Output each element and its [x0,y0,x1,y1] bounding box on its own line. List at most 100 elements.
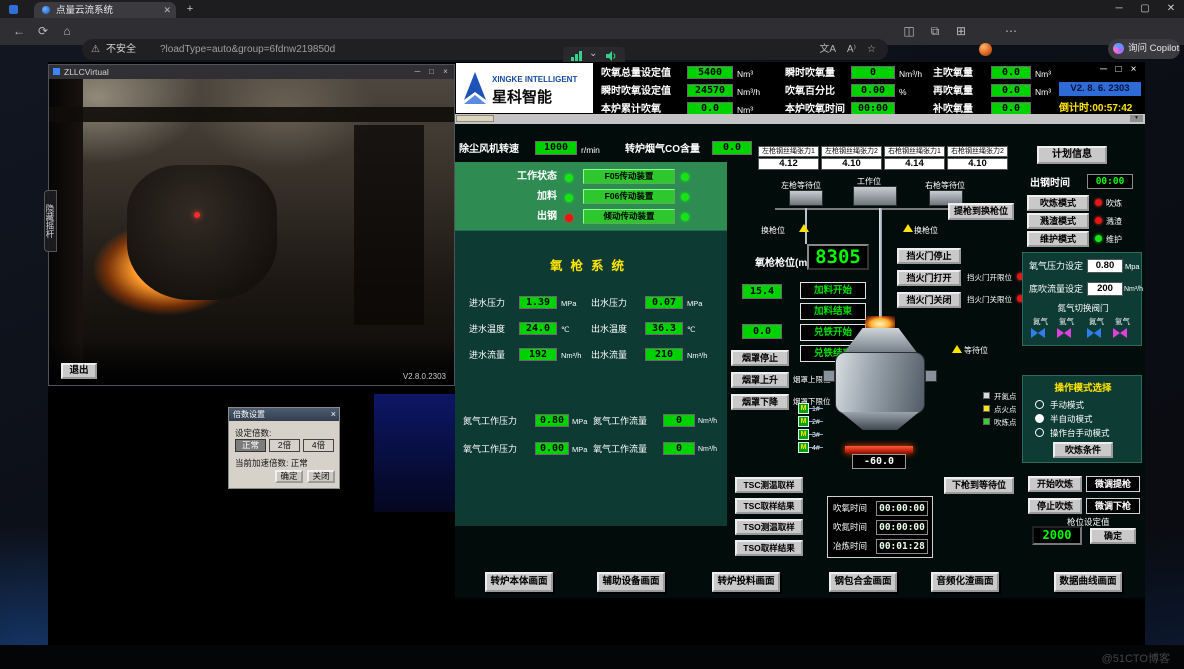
dialog-titlebar[interactable]: 倍数设置× [229,408,339,421]
firedoor-stop-button[interactable]: 挡火门停止 [897,248,961,264]
firedoor-open-button[interactable]: 挡火门打开 [897,270,961,286]
viewer-maximize-icon[interactable]: □ [425,65,438,79]
radio-label[interactable]: 操作台手动模式 [1050,428,1110,439]
blow-condition-button[interactable]: 吹炼条件 [1053,442,1113,458]
lance-label: 出水温度 [591,323,627,336]
drive-f05-button[interactable]: F05传动装置 [583,169,675,184]
lance-setpoint-input[interactable]: 2000 [1032,526,1082,545]
hood-down-button[interactable]: 烟罩下降 [731,394,789,410]
window-maximize-button[interactable]: ▢ [1132,0,1158,18]
nav-charging[interactable]: 转炉投料画面 [712,572,780,592]
speed-option-normal[interactable]: 正常 [235,439,266,452]
bottom-blow-settings-panel: 氧气压力设定 0.80 Mpa 底吹流量设定 200 Nm³/h 氮气切换阀门 … [1022,252,1142,346]
radio-console-manual-mode[interactable] [1035,428,1044,437]
more-menu-icon[interactable]: ⋯ [1000,18,1022,45]
tso-result-button[interactable]: TSO取样结果 [735,540,803,556]
lance-label: 出水流量 [591,349,627,362]
hmi-minimize-icon[interactable]: ─ [1097,64,1110,76]
maintain-mode-button[interactable]: 维护模式 [1027,231,1089,247]
hmi-close-icon[interactable]: × [1127,64,1140,76]
tap-time-label: 出钢时间 [1030,178,1070,190]
metric-value: 0.0 [991,66,1031,79]
dialog-close-icon[interactable]: × [331,408,336,421]
workspace-icon[interactable] [9,5,18,14]
n2-label: 氮气 [1089,316,1104,327]
tab-close-icon[interactable]: ✕ [163,4,171,17]
new-tab-button[interactable]: + [182,1,198,17]
copilot-button[interactable]: 询问 Copilot [1108,39,1180,59]
legend-label: 点火点 [994,404,1017,415]
nav-data-curves[interactable]: 数据曲线画面 [1054,572,1122,592]
trim-up-button[interactable]: 微调提枪 [1086,476,1140,492]
address-bar[interactable]: ⚠ 不安全 ?loadType=auto&group=6fdnw219850d … [82,39,888,60]
translate-icon[interactable]: 文A [819,39,836,60]
viewer-minimize-icon[interactable]: ─ [411,65,424,79]
legend-label: 开氮点 [994,391,1017,402]
hmi-scrollbar[interactable]: ▼ [455,114,1145,124]
slag-mode-button[interactable]: 溅渣模式 [1027,213,1089,229]
window-close-button[interactable]: ✕ [1158,0,1184,18]
hood-up-button[interactable]: 烟罩上升 [731,372,789,388]
radio-manual-mode[interactable] [1035,400,1044,409]
lower-to-wait-button[interactable]: 下枪到等待位 [944,477,1014,494]
hmi-maximize-icon[interactable]: □ [1112,64,1125,76]
plan-info-button[interactable]: 计划信息 [1037,146,1107,164]
window-minimize-button[interactable]: ─ [1106,0,1132,18]
dialog-ok-button[interactable]: 确定 [275,470,303,483]
read-aloud-icon[interactable]: A⁾ [847,39,856,60]
flow-setpoint-value[interactable]: 200 [1087,282,1123,296]
n2-valve-icon[interactable] [1087,328,1101,338]
start-blow-button[interactable]: 开始吹炼 [1028,476,1082,492]
hood-stop-button[interactable]: 烟罩停止 [731,350,789,366]
nav-auxiliary[interactable]: 辅助设备画面 [597,572,665,592]
feed-start-button[interactable]: 加料开始 [800,282,866,299]
speaker-icon[interactable] [605,50,617,62]
radio-label[interactable]: 半自动模式 [1050,414,1093,425]
firedoor-close-button[interactable]: 挡火门关闭 [897,292,961,308]
lift-to-swap-button[interactable]: 提枪到换枪位 [948,203,1014,220]
nav-audio-slag[interactable]: 音频化渣画面 [931,572,999,592]
radio-label[interactable]: 手动模式 [1050,400,1084,411]
collections-icon[interactable]: ⧉ [924,18,946,45]
n2-valve-icon[interactable] [1031,328,1045,338]
profile-avatar[interactable] [979,43,992,56]
scrollbar-thumb[interactable] [456,115,494,122]
lance-unit: ℃ [687,324,695,335]
trim-down-button[interactable]: 微调下枪 [1086,498,1140,514]
tso-measure-button[interactable]: TSO测温取样 [735,519,803,535]
security-label[interactable]: 不安全 [106,39,136,60]
o2-pressure-value[interactable]: 0.80 [1087,259,1123,273]
reload-icon[interactable]: ⟳ [32,18,54,45]
back-icon[interactable]: ← [8,18,30,45]
nav-ladle-alloy[interactable]: 钢包合金画面 [829,572,897,592]
url-text[interactable]: ?loadType=auto&group=6fdnw219850d [160,39,335,60]
tsc-measure-button[interactable]: TSC测温取样 [735,477,803,493]
speed-option-4x[interactable]: 4倍 [303,439,334,452]
joystick-toggle-tab[interactable]: 隐藏摇杆 [44,190,57,252]
exit-button[interactable]: 退出 [61,363,97,379]
setpoint-confirm-button[interactable]: 确定 [1090,528,1136,544]
swap-marker-icon [903,224,913,232]
nav-converter-body[interactable]: 转炉本体画面 [485,572,553,592]
blow-mode-button[interactable]: 吹炼模式 [1027,195,1089,211]
ar-valve-icon[interactable] [1057,328,1071,338]
chevron-down-icon[interactable]: ⌄ [589,48,597,59]
viewer-close-icon[interactable]: × [439,65,452,79]
drive-f06-button[interactable]: F06传动装置 [583,189,675,204]
browser-tab[interactable]: 点量云流系统 ✕ [34,2,176,18]
home-icon[interactable]: ⌂ [56,18,78,45]
viewer-titlebar[interactable]: ZLLCVirtual ─ □ × [49,65,454,79]
favorite-icon[interactable]: ☆ [867,39,876,60]
motor-valve-icon: M [798,429,809,440]
tilt-drive-button[interactable]: 倾动传动装置 [583,209,675,224]
viewer-3d-scene[interactable]: 退出 V2.8.0.2303 [49,79,454,385]
ar-valve-icon[interactable] [1113,328,1127,338]
radio-semiauto-mode[interactable] [1035,414,1044,423]
split-screen-icon[interactable]: ◫ [898,18,920,45]
scrollbar-arrow[interactable]: ▼ [1130,115,1143,122]
extensions-icon[interactable]: ⊞ [950,18,972,45]
stop-blow-button[interactable]: 停止吹炼 [1028,498,1082,514]
tsc-result-button[interactable]: TSC取样结果 [735,498,803,514]
speed-option-2x[interactable]: 2倍 [269,439,300,452]
dialog-cancel-button[interactable]: 关闭 [307,470,335,483]
